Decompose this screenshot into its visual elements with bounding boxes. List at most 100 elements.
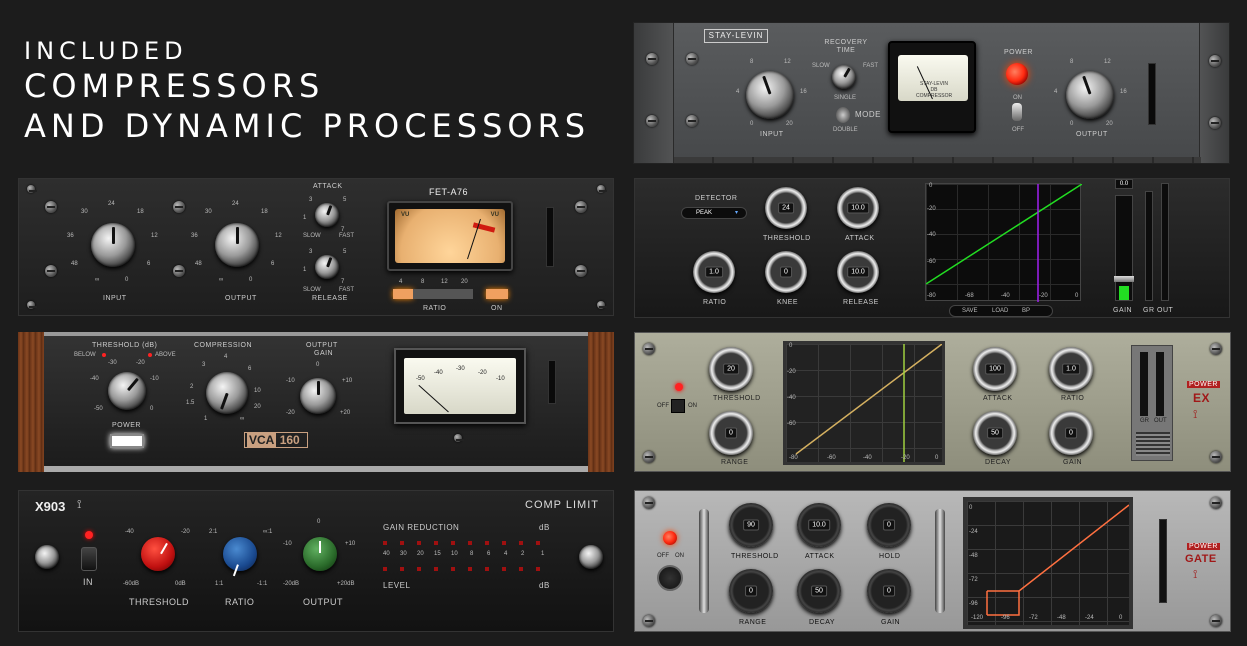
scale-tick: 3 — [309, 197, 313, 203]
headline: INCLUDED COMPRESSORS AND DYNAMIC PROCESS… — [24, 36, 590, 146]
in-label: IN — [83, 577, 93, 587]
gain-knob[interactable]: 0 — [867, 569, 911, 613]
vu-tick: -10 — [496, 376, 505, 382]
side-handle-right — [935, 509, 945, 613]
gain-knob[interactable]: 0 — [1049, 411, 1093, 455]
power-button[interactable] — [110, 434, 144, 448]
input-knob[interactable] — [91, 223, 135, 267]
scale-tick: 5 — [343, 249, 347, 255]
output-gain-knob[interactable] — [300, 378, 336, 414]
gain-value: 0 — [883, 585, 895, 597]
brand-label: EX — [1193, 391, 1211, 405]
preset-bar: SAVE LOAD BP — [949, 305, 1053, 317]
graph-tick: -72 — [969, 577, 978, 583]
single-label: SINGLE — [834, 95, 857, 101]
range-knob[interactable]: 0 — [729, 569, 773, 613]
screw — [45, 265, 57, 277]
gr-value: 15 — [434, 551, 441, 557]
threshold-knob[interactable]: 90 — [729, 503, 773, 547]
scale-tick: 1 — [303, 267, 307, 273]
detector-dropdown[interactable]: PEAK ▾ — [681, 207, 747, 219]
attack-knob[interactable]: 10.0 — [837, 187, 879, 229]
threshold-knob[interactable]: 24 — [765, 187, 807, 229]
ratio-knob[interactable]: 1.0 — [693, 251, 735, 293]
recovery-knob[interactable] — [832, 65, 856, 89]
release-knob[interactable]: 10.0 — [837, 251, 879, 293]
left-screw-knob — [35, 545, 59, 569]
attack-label: ATTACK — [845, 235, 875, 242]
ratio-knob[interactable] — [223, 537, 257, 577]
rack-ear-right — [1199, 23, 1229, 163]
power-switch[interactable] — [671, 399, 685, 413]
screw — [597, 301, 607, 309]
release-knob[interactable] — [315, 255, 339, 279]
threshold-label: THRESHOLD — [731, 553, 779, 560]
on-label: ON — [491, 305, 503, 312]
scale-tick: 36 — [67, 233, 74, 239]
on-button[interactable] — [486, 289, 508, 299]
ratio-8-button[interactable] — [413, 289, 433, 299]
output-knob[interactable] — [303, 537, 337, 571]
fader-handle[interactable] — [1114, 276, 1134, 282]
model-badge: VCA 160 — [244, 432, 308, 448]
threshold-label: THRESHOLD — [763, 235, 811, 242]
out-label: OUT — [1157, 307, 1174, 314]
gr-value: 1 — [541, 551, 545, 557]
attack-value: 10.0 — [847, 202, 869, 214]
power-selector[interactable] — [657, 565, 683, 591]
range-knob[interactable]: 0 — [709, 411, 753, 455]
scale-tick: 1 — [303, 215, 307, 221]
ratio-12-button[interactable] — [433, 289, 453, 299]
threshold-label: THRESHOLD — [129, 597, 190, 607]
vu-tick: -50 — [416, 376, 425, 382]
antelope-logo-icon: ⟟ — [1193, 407, 1198, 421]
scale-tick: -40 — [125, 529, 134, 535]
out-label: OUT — [1154, 418, 1167, 424]
gain-value: 0 — [1065, 427, 1077, 439]
threshold-knob[interactable] — [141, 537, 175, 571]
attack-label: ATTACK — [805, 553, 835, 560]
mode-switch[interactable] — [836, 107, 850, 123]
ratio-label: RATIO — [703, 299, 727, 306]
save-button[interactable]: SAVE — [962, 308, 978, 314]
scale-tick: +10 — [342, 378, 353, 384]
output-knob[interactable] — [1066, 71, 1114, 119]
on-label: ON — [688, 403, 697, 409]
ratio-20-button[interactable] — [453, 289, 473, 299]
load-button[interactable]: LOAD — [992, 308, 1008, 314]
ratio-4-button[interactable] — [393, 289, 413, 299]
power-toggle[interactable] — [1012, 103, 1022, 121]
scale-tick: 2 — [190, 384, 194, 390]
screw — [575, 201, 587, 213]
graph-tick: 0 — [969, 505, 973, 511]
gain-fader[interactable] — [1114, 195, 1134, 301]
scale-tick: 7 — [341, 279, 345, 285]
ratio-value: 8 — [421, 279, 425, 285]
decay-knob[interactable]: 50 — [797, 569, 841, 613]
in-button[interactable] — [81, 547, 97, 571]
gr-meter — [1140, 352, 1148, 416]
release-label: RELEASE — [843, 299, 879, 306]
attack-knob[interactable]: 100 — [973, 347, 1017, 391]
scale-tick: 12 — [275, 233, 282, 239]
threshold-knob[interactable]: 20 — [709, 347, 753, 391]
ratio-knob[interactable]: 1.0 — [1049, 347, 1093, 391]
input-knob[interactable] — [746, 71, 794, 119]
power-lamp — [1006, 63, 1028, 85]
threshold-value: 90 — [743, 519, 759, 531]
scale-tick: 3 — [202, 362, 206, 368]
preset-dropdown[interactable]: BP — [1022, 308, 1030, 314]
threshold-knob[interactable] — [108, 372, 146, 410]
knee-knob[interactable]: 0 — [765, 251, 807, 293]
output-knob[interactable] — [215, 223, 259, 267]
decay-knob[interactable]: 50 — [973, 411, 1017, 455]
hold-knob[interactable]: 0 — [867, 503, 911, 547]
scale-tick: 20 — [786, 121, 793, 127]
compression-knob[interactable] — [206, 372, 248, 414]
scale-tick: 20 — [1106, 121, 1113, 127]
graph-tick: -40 — [1001, 293, 1010, 299]
attack-knob[interactable]: 10.0 — [797, 503, 841, 547]
attack-knob[interactable] — [315, 203, 339, 227]
gr-value: 10 — [451, 551, 458, 557]
scale-tick: 20 — [254, 404, 261, 410]
